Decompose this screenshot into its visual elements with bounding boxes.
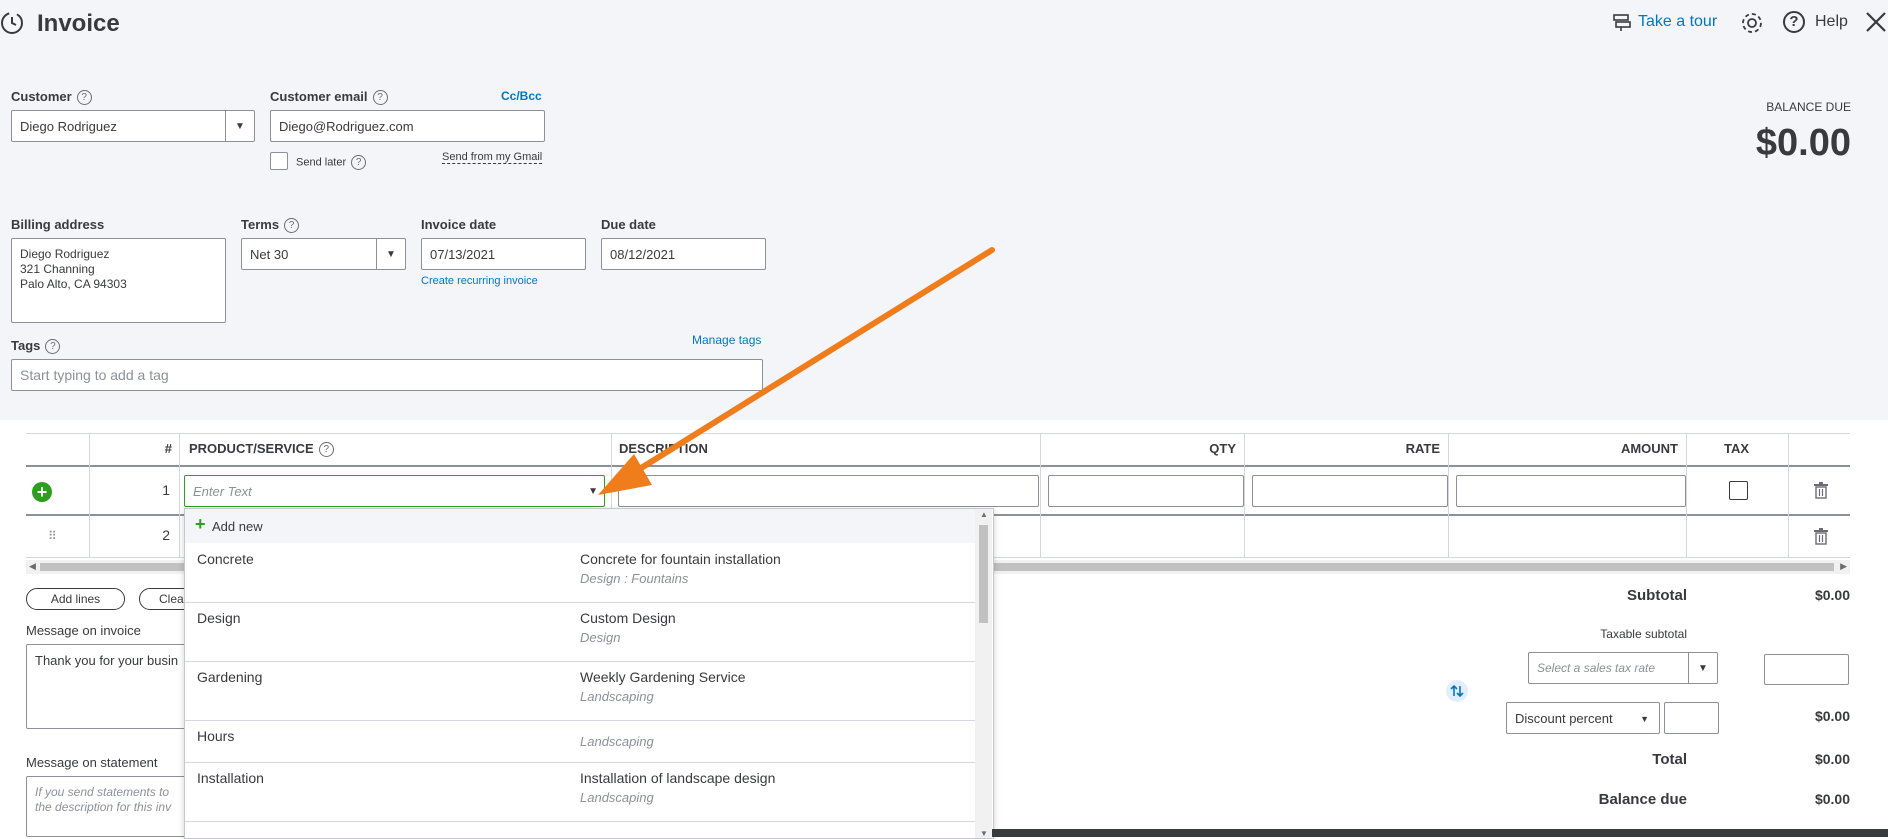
send-later-label: Send later? [296, 155, 367, 170]
header-divider [26, 465, 1850, 467]
chevron-down-icon[interactable]: ▼ [1688, 653, 1717, 683]
amount-input[interactable] [1456, 475, 1686, 507]
message-on-invoice-field[interactable]: Thank you for your busin [26, 644, 196, 729]
taxable-subtotal-label: Taxable subtotal [1600, 627, 1687, 641]
column-header-tax: TAX [1724, 441, 1750, 456]
page-title: Invoice [37, 10, 120, 37]
discount-value-field[interactable] [1664, 702, 1719, 734]
manage-tags-link[interactable]: Manage tags [692, 333, 761, 347]
table-top-border [26, 433, 1850, 434]
dropdown-option[interactable]: Gardening Weekly Gardening Service Lands… [185, 661, 975, 721]
form-header-area [0, 0, 1888, 420]
help-icon: ? [318, 442, 334, 458]
add-lines-button[interactable]: Add lines [26, 588, 125, 610]
discount-type-select[interactable]: Discount percent ▼ [1506, 702, 1660, 734]
chevron-right-icon[interactable]: ▶ [1840, 561, 1847, 572]
message-on-invoice-label: Message on invoice [26, 623, 141, 638]
discount-amount: $0.00 [1814, 708, 1850, 724]
column-header-amount: AMOUNT [1620, 441, 1678, 456]
subtotal-label: Subtotal [1627, 587, 1687, 604]
billing-address-field[interactable]: Diego Rodriguez 321 Channing Palo Alto, … [11, 238, 226, 323]
chevron-down-icon[interactable]: ▼ [376, 239, 405, 269]
row-number: 2 [162, 527, 170, 543]
add-new-option[interactable]: + Add new [185, 509, 975, 543]
description-input[interactable] [618, 475, 1039, 507]
tags-label: Tags? [11, 338, 61, 355]
send-later-checkbox[interactable] [270, 152, 288, 170]
total-amount: $0.00 [1814, 751, 1850, 767]
create-recurring-invoice-link[interactable]: Create recurring invoice [421, 275, 538, 287]
invoice-date-field[interactable]: 07/13/2021 [421, 238, 586, 270]
history-icon[interactable] [0, 10, 26, 41]
tags-input[interactable]: Start typing to add a tag [11, 359, 763, 391]
drag-handle-icon[interactable]: ⠿ [48, 529, 57, 543]
tax-amount-field[interactable] [1764, 654, 1849, 685]
help-icon: ? [1783, 11, 1805, 33]
chevron-down-icon[interactable]: ▼ [225, 111, 254, 141]
gear-icon[interactable] [1740, 11, 1764, 40]
take-tour-link[interactable]: Take a tour [1612, 12, 1717, 32]
help-icon: ? [372, 90, 388, 106]
customer-email-field[interactable]: Diego@Rodriguez.com [270, 110, 545, 142]
add-row-icon[interactable]: + [32, 482, 52, 502]
balance-due-total-label: Balance due [1598, 791, 1687, 808]
chevron-up-icon[interactable]: ▲ [980, 510, 988, 519]
help-icon: ? [76, 90, 92, 106]
chevron-down-icon[interactable]: ▼ [1640, 714, 1649, 724]
footer-bar [992, 829, 1888, 837]
dropdown-option[interactable]: Installation Installation of landscape d… [185, 762, 975, 822]
column-header-rate: RATE [1405, 441, 1440, 456]
trash-icon[interactable] [1813, 481, 1829, 504]
trash-icon[interactable] [1813, 527, 1829, 550]
subtotal-amount: $0.00 [1814, 587, 1850, 603]
customer-select[interactable]: Diego Rodriguez ▼ [11, 110, 255, 142]
column-header-product: PRODUCT/SERVICE? [189, 441, 334, 458]
due-date-label: Due date [601, 217, 656, 232]
dropdown-option[interactable]: Design Custom Design Design [185, 602, 975, 662]
customer-email-label: Customer email? [270, 89, 388, 106]
plus-icon: + [195, 514, 206, 534]
help-icon: ? [284, 218, 300, 234]
total-label: Total [1652, 751, 1687, 768]
column-header-number: # [164, 441, 172, 456]
dropdown-option[interactable]: Hours Landscaping [185, 720, 975, 763]
qty-input[interactable] [1048, 475, 1244, 507]
swap-order-icon[interactable] [1446, 680, 1468, 702]
send-from-gmail-link[interactable]: Send from my Gmail [442, 151, 543, 164]
column-header-qty: QTY [1209, 441, 1236, 456]
product-service-dropdown[interactable]: + Add new Concrete Concrete for fountain… [184, 508, 994, 839]
rate-input[interactable] [1252, 475, 1448, 507]
dropdown-scrollbar[interactable]: ▲ ▼ [975, 509, 992, 838]
message-on-statement-label: Message on statement [26, 755, 158, 770]
balance-due-amount: $0.00 [1755, 122, 1851, 164]
sales-tax-select[interactable]: Select a sales tax rate ▼ [1528, 652, 1718, 684]
customer-label: Customer? [11, 89, 92, 106]
invoice-date-label: Invoice date [421, 217, 497, 232]
due-date-field[interactable]: 08/12/2021 [601, 238, 766, 270]
terms-select[interactable]: Net 30 ▼ [241, 238, 406, 270]
message-on-statement-field[interactable]: If you send statements to the descriptio… [26, 776, 196, 837]
column-header-description: DESCRIPTION [619, 441, 708, 456]
balance-due-total-amount: $0.00 [1814, 791, 1850, 807]
close-icon[interactable] [1864, 10, 1888, 39]
row-number: 1 [162, 482, 170, 498]
scrollbar-thumb[interactable] [979, 525, 988, 623]
chevron-down-icon[interactable]: ▼ [588, 486, 598, 497]
help-icon: ? [45, 339, 61, 355]
chevron-left-icon[interactable]: ◀ [29, 561, 36, 572]
cc-bcc-link[interactable]: Cc/Bcc [501, 89, 542, 103]
help-icon: ? [351, 155, 367, 170]
balance-due-label: BALANCE DUE [1766, 100, 1851, 114]
signpost-icon [1612, 12, 1632, 32]
dropdown-option[interactable]: Concrete Concrete for fountain installat… [185, 543, 975, 603]
product-service-input[interactable]: Enter Text ▼ [184, 475, 605, 507]
help-button[interactable]: ? Help [1783, 11, 1848, 33]
billing-address-label: Billing address [11, 217, 105, 232]
tax-checkbox[interactable] [1729, 481, 1748, 500]
terms-label: Terms? [241, 217, 300, 234]
